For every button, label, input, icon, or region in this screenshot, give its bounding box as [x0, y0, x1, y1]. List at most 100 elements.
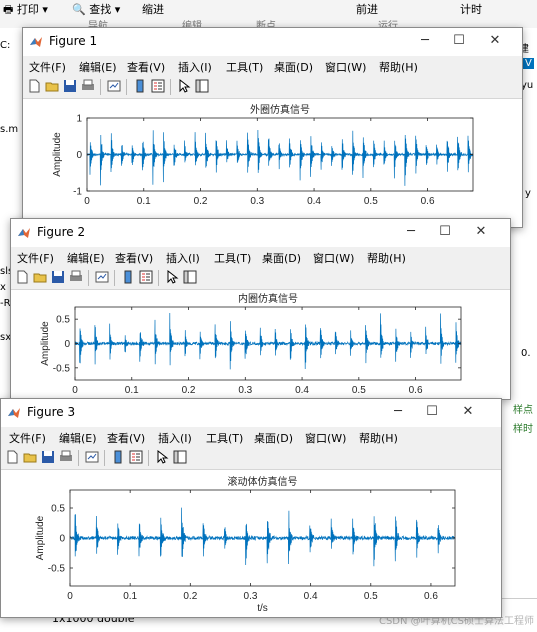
- editor-fragment: 样时: [513, 424, 533, 435]
- link-plot-icon[interactable]: [85, 450, 99, 464]
- plot-tools-icon[interactable]: [195, 79, 209, 93]
- y-tick-label: 1: [76, 114, 82, 125]
- y-tick-label: -1: [73, 187, 82, 198]
- save-icon[interactable]: [63, 79, 77, 93]
- indent-button[interactable]: 缩进: [142, 1, 164, 17]
- print-icon[interactable]: [59, 450, 73, 464]
- x-tick-label: 0.1: [125, 385, 139, 396]
- menu-view[interactable]: 查看(V): [115, 250, 153, 266]
- print-button[interactable]: 🖶 打印 ▾: [3, 1, 48, 20]
- minimize-icon[interactable]: ─: [412, 30, 438, 52]
- menu-file[interactable]: 文件(F): [17, 250, 54, 266]
- menu-view[interactable]: 查看(V): [127, 59, 165, 75]
- x-tick-label: 0.4: [307, 196, 321, 207]
- maximize-icon[interactable]: ☐: [419, 401, 445, 423]
- menu-insert[interactable]: 插入(I): [166, 250, 200, 266]
- figure-3-window[interactable]: Figure 3 ─ ☐ ✕ 文件(F) 编辑(E) 查看(V) 插入(I) 工…: [0, 398, 502, 618]
- menu-tools[interactable]: 工具(T): [214, 250, 251, 266]
- menu-help[interactable]: 帮助(H): [359, 430, 398, 446]
- link-plot-icon[interactable]: [95, 270, 109, 284]
- plot-tools-icon[interactable]: [173, 450, 187, 464]
- title-bar[interactable]: Figure 1 ─ ☐ ✕: [23, 28, 522, 56]
- advance-button[interactable]: 前进: [356, 1, 378, 17]
- file-item[interactable]: -R: [0, 298, 11, 309]
- plot-area[interactable]: 0 0.1 0.2 0.3 0.4 0.5 0.6 1 0 -1 外圈仿真信号 Amplitude: [23, 99, 522, 227]
- title-bar[interactable]: Figure 3 ─ ☐ ✕: [1, 399, 501, 427]
- figure-1-window[interactable]: Figure 1 ─ ☐ ✕ 文件(F) 编辑(E) 查看(V) 插入(I) 工…: [22, 27, 523, 228]
- maximize-icon[interactable]: ☐: [446, 30, 472, 52]
- x-axis-label: t/s: [257, 603, 268, 614]
- menu-edit[interactable]: 编辑(E): [67, 250, 105, 266]
- maximize-icon[interactable]: ☐: [432, 221, 458, 243]
- matlab-toolstrip: 🖶 打印 ▾ 🔍 查找 ▾ 导航 缩进 编辑 断点 前进 运行 计时: [0, 0, 537, 32]
- menu-help[interactable]: 帮助(H): [379, 59, 418, 75]
- toolbar-separator: [170, 79, 171, 95]
- menu-window[interactable]: 窗口(W): [325, 59, 366, 75]
- print-icon[interactable]: [69, 270, 83, 284]
- menu-insert[interactable]: 插入(I): [178, 59, 212, 75]
- menu-insert[interactable]: 插入(I): [158, 430, 192, 446]
- colorbar-icon[interactable]: [111, 450, 125, 464]
- menu-file[interactable]: 文件(F): [29, 59, 66, 75]
- menu-window[interactable]: 窗口(W): [313, 250, 354, 266]
- y-tick-label: 0: [59, 534, 65, 545]
- menu-view[interactable]: 查看(V): [107, 430, 145, 446]
- open-file-icon[interactable]: [33, 270, 47, 284]
- legend-icon[interactable]: [151, 79, 165, 93]
- save-icon[interactable]: [51, 270, 65, 284]
- menu-desktop[interactable]: 桌面(D): [274, 59, 313, 75]
- plot-area[interactable]: 0 0.1 0.2 0.3 0.4 0.5 0.6 0.5 0 -0.5 内圈仿真信号 Amplitu…: [11, 290, 510, 399]
- menu-edit[interactable]: 编辑(E): [59, 430, 97, 446]
- menu-tools[interactable]: 工具(T): [226, 59, 263, 75]
- editor-fragment: 样点: [513, 405, 533, 416]
- menu-file[interactable]: 文件(F): [9, 430, 46, 446]
- timing-button[interactable]: 计时: [460, 1, 482, 17]
- title-bar[interactable]: Figure 2 ─ ☐ ✕: [11, 219, 510, 247]
- find-button[interactable]: 🔍 查找 ▾: [72, 1, 120, 17]
- pointer-icon[interactable]: [155, 450, 169, 464]
- pointer-icon[interactable]: [177, 79, 191, 93]
- close-icon[interactable]: ✕: [482, 30, 508, 52]
- save-icon[interactable]: [41, 450, 55, 464]
- menu-desktop[interactable]: 桌面(D): [254, 430, 293, 446]
- new-figure-icon[interactable]: [5, 450, 19, 464]
- new-figure-icon[interactable]: [15, 270, 29, 284]
- chart-svg[interactable]: 0 0.1 0.2 0.3 0.4 0.5 0.60.50-0.5内圈仿真信号Amplitu…: [11, 290, 508, 397]
- close-icon[interactable]: ✕: [468, 221, 494, 243]
- print-icon[interactable]: [81, 79, 95, 93]
- toolbar-separator: [78, 450, 79, 466]
- menu-tools[interactable]: 工具(T): [206, 430, 243, 446]
- menu-help[interactable]: 帮助(H): [367, 250, 406, 266]
- menu-window[interactable]: 窗口(W): [305, 430, 346, 446]
- menu-bar: 文件(F) 编辑(E) 查看(V) 插入(I) 工具(T) 桌面(D) 窗口(W…: [1, 427, 501, 447]
- plot-area[interactable]: 0 0.1 0.2 0.3 0.4 0.5 0.6 0.5 0 -0.5 滚动体仿真信号 Amplit…: [1, 470, 501, 617]
- plot-tools-icon[interactable]: [183, 270, 197, 284]
- colorbar-icon[interactable]: [133, 79, 147, 93]
- file-item[interactable]: x: [0, 282, 6, 293]
- figure-toolbar: [1, 447, 501, 470]
- legend-icon[interactable]: [139, 270, 153, 284]
- y-tick-label: -0.5: [53, 363, 71, 374]
- open-file-icon[interactable]: [23, 450, 37, 464]
- menu-edit[interactable]: 编辑(E): [79, 59, 117, 75]
- menu-desktop[interactable]: 桌面(D): [262, 250, 301, 266]
- x-tick-label: 0.3: [238, 385, 252, 396]
- chart-svg[interactable]: 0 0.1 0.2 0.3 0.4 0.5 0.610-1外圈仿真信号Amplitude: [23, 99, 520, 225]
- colorbar-icon[interactable]: [121, 270, 135, 284]
- pointer-icon[interactable]: [165, 270, 179, 284]
- menu-bar: 文件(F) 编辑(E) 查看(V) 插入(I) 工具(T) 桌面(D) 窗口(W…: [23, 56, 522, 76]
- figure-2-window[interactable]: Figure 2 ─ ☐ ✕ 文件(F) 编辑(E) 查看(V) 插入(I) 工…: [10, 218, 511, 400]
- file-item[interactable]: s.m: [0, 124, 18, 135]
- legend-icon[interactable]: [129, 450, 143, 464]
- x-tick-label: 0.5: [364, 591, 378, 602]
- chart-svg[interactable]: 0 0.1 0.2 0.3 0.4 0.5 0.6 0.5 0 -0.5 滚动体仿真信号 Amplit…: [1, 470, 499, 615]
- minimize-icon[interactable]: ─: [385, 401, 411, 423]
- toolbar-separator: [114, 270, 115, 286]
- link-plot-icon[interactable]: [107, 79, 121, 93]
- folder-path[interactable]: C:: [0, 40, 10, 51]
- new-figure-icon[interactable]: [27, 79, 41, 93]
- x-tick-label: 0.4: [295, 385, 309, 396]
- open-file-icon[interactable]: [45, 79, 59, 93]
- minimize-icon[interactable]: ─: [398, 221, 424, 243]
- close-icon[interactable]: ✕: [455, 401, 481, 423]
